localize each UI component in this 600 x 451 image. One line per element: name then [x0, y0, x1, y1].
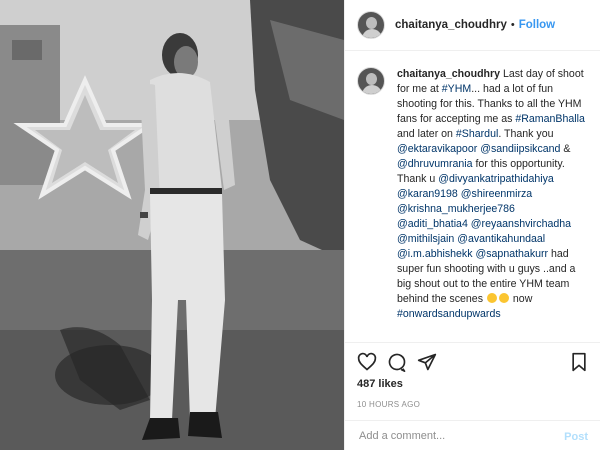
mention-link[interactable]: @shireenmirza: [461, 188, 532, 200]
caption-text-line: for me at: [397, 83, 442, 95]
caption-text-line: for this opportunity.: [472, 158, 565, 170]
follow-button[interactable]: Follow: [519, 19, 555, 31]
mention-link[interactable]: @reyaanshvirchadha: [471, 218, 571, 230]
mention-link[interactable]: @aditi_bhatia4: [397, 218, 468, 230]
caption-text-line: shooting for this. Thanks to all the YHM: [397, 98, 582, 110]
caption-text-line: and later on: [397, 128, 456, 140]
author-username[interactable]: chaitanya_choudhry: [395, 19, 507, 31]
mention-link[interactable]: @mithilsjain: [397, 233, 454, 245]
emoji-icon: [498, 293, 509, 303]
emoji-icon: [486, 293, 497, 303]
caption-text-line: big shout out to the entire YHM team: [397, 278, 570, 290]
mention-link[interactable]: @avantikahundaal: [457, 233, 545, 245]
caption-text-line: &: [560, 143, 571, 155]
caption-area: chaitanya_choudhry Last day of shoot for…: [345, 55, 600, 341]
caption-text-line: behind the scenes: [397, 293, 483, 305]
hashtag-link[interactable]: #onwardsandupwards: [397, 308, 501, 320]
caption-text-line: now: [512, 293, 533, 305]
author-avatar[interactable]: [357, 11, 385, 39]
comment-icon[interactable]: [387, 352, 407, 372]
mention-link[interactable]: @krishna_mukherjee786: [397, 203, 515, 215]
caption-avatar[interactable]: [357, 67, 385, 95]
caption-text-line: had: [548, 248, 569, 260]
likes-count[interactable]: 487 likes: [357, 378, 403, 390]
comment-input[interactable]: [357, 429, 541, 443]
caption-text-line: super fun shooting with u guys ..and a: [397, 263, 576, 275]
post-photo[interactable]: [0, 0, 344, 450]
post-comment-button[interactable]: Post: [564, 431, 588, 443]
post-details-panel: chaitanya_choudhry • Follow chaitanya_ch…: [344, 0, 600, 450]
caption-username[interactable]: chaitanya_choudhry: [397, 68, 500, 80]
caption-text-line: Thank u: [397, 173, 439, 185]
hashtag-link[interactable]: #RamanBhalla: [515, 113, 585, 125]
post-timestamp: 10 HOURS AGO: [357, 400, 421, 409]
bookmark-icon[interactable]: [569, 352, 589, 372]
separator-dot: •: [510, 19, 515, 31]
caption-text-line: . Thank you: [498, 128, 554, 140]
caption-text: chaitanya_choudhry Last day of shoot for…: [397, 67, 597, 322]
caption-text-line: fans for accepting me as: [397, 113, 516, 125]
mention-link[interactable]: @sandiipsikcand: [480, 143, 560, 155]
share-icon[interactable]: [417, 352, 437, 372]
mention-link[interactable]: @divyankatripathidahiya: [438, 173, 554, 185]
mention-link[interactable]: @ektaravikapoor: [397, 143, 477, 155]
mention-link[interactable]: @dhruvumrania: [397, 158, 473, 170]
comment-bar: Post: [345, 420, 600, 451]
mention-link[interactable]: @karan9198: [397, 188, 458, 200]
caption-text-line: ... had a lot of fun: [471, 83, 554, 95]
mention-link[interactable]: @i.m.abhishekk: [397, 248, 473, 260]
hashtag-link[interactable]: #YHM: [442, 83, 471, 95]
photo-illustration: [0, 0, 344, 450]
hashtag-link[interactable]: #Shardul: [456, 128, 498, 140]
mention-link[interactable]: @sapnathakurr: [475, 248, 548, 260]
action-bar: [345, 342, 600, 373]
post-header: chaitanya_choudhry • Follow: [345, 0, 600, 51]
heart-icon[interactable]: [357, 352, 377, 372]
caption-text-line: Last day of shoot: [500, 68, 584, 80]
instagram-post: chaitanya_choudhry • Follow chaitanya_ch…: [0, 0, 600, 450]
